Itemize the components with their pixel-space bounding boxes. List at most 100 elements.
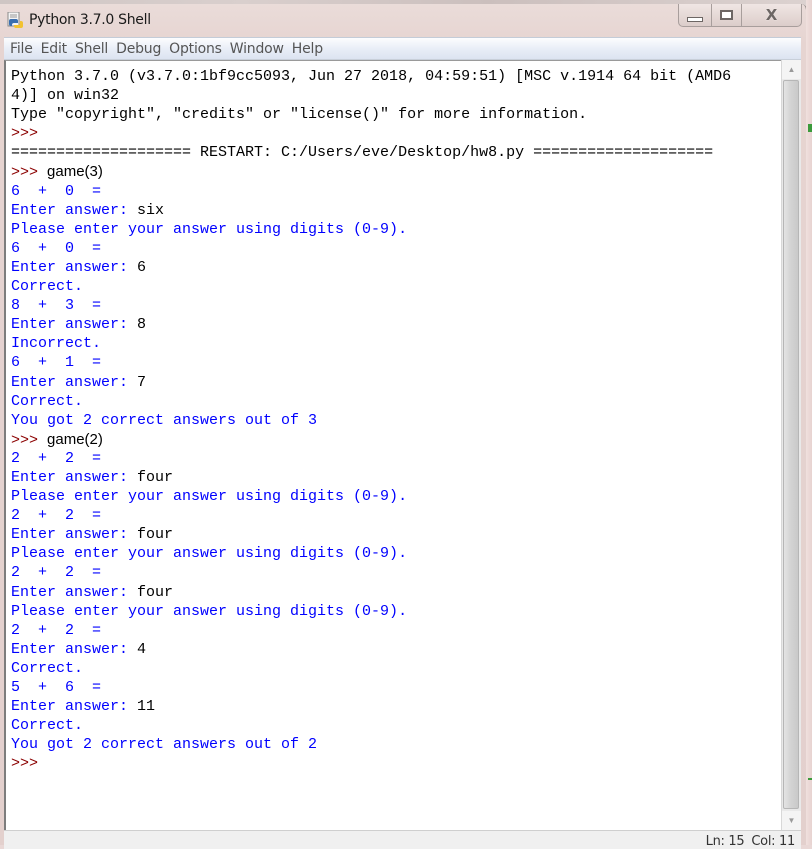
menu-edit[interactable]: Edit (37, 41, 71, 57)
program-output: Enter answer: (11, 258, 138, 276)
shell-line: Enter answer: 11 (11, 697, 781, 716)
menu-help[interactable]: Help (288, 41, 327, 57)
shell-line: 6 + 0 = (11, 182, 781, 201)
program-output: Enter answer: (11, 201, 138, 219)
program-output: Enter answer: (11, 316, 138, 334)
shell-line: Please enter your answer using digits (0… (11, 602, 781, 621)
program-output: Enter answer: (11, 373, 138, 391)
shell-line: Enter answer: 6 (11, 258, 781, 277)
shell-line: Enter answer: 4 (11, 640, 781, 659)
shell-line: Correct. (11, 659, 781, 678)
shell-command: game(2) (47, 430, 103, 448)
shell-line: Correct. (11, 392, 781, 411)
program-output: 8 + 3 = (11, 297, 102, 315)
background-marker (808, 124, 812, 132)
program-output: Correct. (11, 392, 84, 410)
menu-shell[interactable]: Shell (71, 41, 112, 57)
program-output: 6 + 0 = (11, 182, 102, 200)
shell-line: 4)] on win32 (11, 86, 781, 105)
program-output: You got 2 correct answers out of 3 (11, 411, 318, 429)
shell-output[interactable]: Python 3.7.0 (v3.7.0:1bf9cc5093, Jun 27 … (6, 61, 781, 773)
close-button[interactable]: X (742, 4, 801, 26)
column-number: Col: 11 (751, 834, 795, 849)
line-number: Ln: 15 (705, 834, 745, 849)
minimize-button[interactable] (679, 4, 712, 26)
window-controls: X (678, 4, 802, 27)
program-output: 2 + 2 = (11, 449, 102, 467)
shell-line: 6 + 0 = (11, 239, 781, 258)
menu-options[interactable]: Options (165, 41, 226, 57)
background-marker (808, 778, 812, 780)
shell-prompt: >>> (11, 164, 48, 182)
minimize-icon (687, 16, 703, 22)
console-text: ==================== RESTART: C:/Users/e… (11, 144, 714, 162)
window-title: Python 3.7.0 Shell (29, 12, 151, 28)
program-output: Please enter your answer using digits (0… (11, 602, 408, 620)
shell-line: 2 + 2 = (11, 621, 781, 640)
shell-line: Enter answer: four (11, 468, 781, 487)
user-input: four (137, 526, 174, 544)
scrollbar-thumb[interactable] (783, 80, 799, 809)
maximize-button[interactable] (712, 4, 742, 26)
shell-line: 5 + 6 = (11, 678, 781, 697)
user-input: 8 (137, 316, 147, 334)
shell-line: 6 + 1 = (11, 353, 781, 372)
idle-shell-window: Python 3.7.0 Shell X File Edit Shell Deb… (0, 4, 807, 849)
menu-debug[interactable]: Debug (112, 41, 165, 57)
shell-line: Python 3.7.0 (v3.7.0:1bf9cc5093, Jun 27 … (11, 67, 781, 86)
shell-line: >>> game(2) (11, 430, 781, 449)
shell-prompt: >>> (11, 125, 48, 143)
program-output: Enter answer: (11, 526, 138, 544)
shell-line: 2 + 2 = (11, 449, 781, 468)
shell-line: ==================== RESTART: C:/Users/e… (11, 143, 781, 162)
scroll-up-button[interactable]: ▲ (782, 60, 801, 79)
shell-prompt: >>> (11, 755, 48, 773)
shell-line: You got 2 correct answers out of 3 (11, 411, 781, 430)
program-output: Please enter your answer using digits (0… (11, 545, 408, 563)
close-icon: X (765, 6, 778, 24)
vertical-scrollbar[interactable]: ▲ ▼ (781, 60, 801, 830)
shell-prompt: >>> (11, 431, 48, 449)
title-bar[interactable]: Python 3.7.0 Shell X (0, 4, 806, 36)
shell-line: Enter answer: 8 (11, 315, 781, 334)
user-input: 4 (137, 640, 147, 658)
shell-line: Please enter your answer using digits (0… (11, 487, 781, 506)
scroll-up-arrow-icon: ▲ (787, 65, 796, 74)
shell-line: Incorrect. (11, 334, 781, 353)
program-output: Correct. (11, 659, 84, 677)
user-input: four (137, 468, 174, 486)
shell-line: You got 2 correct answers out of 2 (11, 735, 781, 754)
shell-line: 2 + 2 = (11, 563, 781, 582)
console-text: Type "copyright", "credits" or "license(… (11, 106, 588, 124)
program-output: 2 + 2 = (11, 564, 102, 582)
shell-line: >>> game(3) (11, 162, 781, 181)
cursor-position: Ln: 15 Col: 11 (699, 834, 796, 849)
program-output: Correct. (11, 717, 84, 735)
maximize-icon (720, 10, 733, 20)
user-input: 7 (137, 373, 147, 391)
shell-line: 8 + 3 = (11, 296, 781, 315)
shell-line: Enter answer: six (11, 201, 781, 220)
program-output: 6 + 0 = (11, 239, 102, 257)
menu-bar: File Edit Shell Debug Options Window Hel… (4, 37, 801, 60)
menu-window[interactable]: Window (226, 41, 288, 57)
console-text: Python 3.7.0 (v3.7.0:1bf9cc5093, Jun 27 … (11, 68, 732, 85)
scroll-down-button[interactable]: ▼ (782, 811, 801, 830)
user-input: 11 (137, 698, 156, 716)
shell-text-area[interactable]: Python 3.7.0 (v3.7.0:1bf9cc5093, Jun 27 … (4, 60, 781, 830)
shell-line: Enter answer: four (11, 583, 781, 602)
program-output: Please enter your answer using digits (0… (11, 488, 408, 506)
program-output: Correct. (11, 278, 84, 296)
shell-line: Please enter your answer using digits (0… (11, 220, 781, 239)
shell-line: Enter answer: four (11, 525, 781, 544)
program-output: 5 + 6 = (11, 679, 102, 696)
shell-line: >>> (11, 754, 781, 773)
shell-command: game(3) (47, 163, 103, 181)
menu-file[interactable]: File (4, 41, 37, 57)
user-input: six (137, 201, 165, 219)
program-output: 2 + 2 = (11, 621, 102, 639)
shell-line: Correct. (11, 716, 781, 735)
user-input: four (137, 583, 174, 601)
program-output: 2 + 2 = (11, 507, 102, 525)
program-output: 6 + 1 = (11, 354, 102, 372)
